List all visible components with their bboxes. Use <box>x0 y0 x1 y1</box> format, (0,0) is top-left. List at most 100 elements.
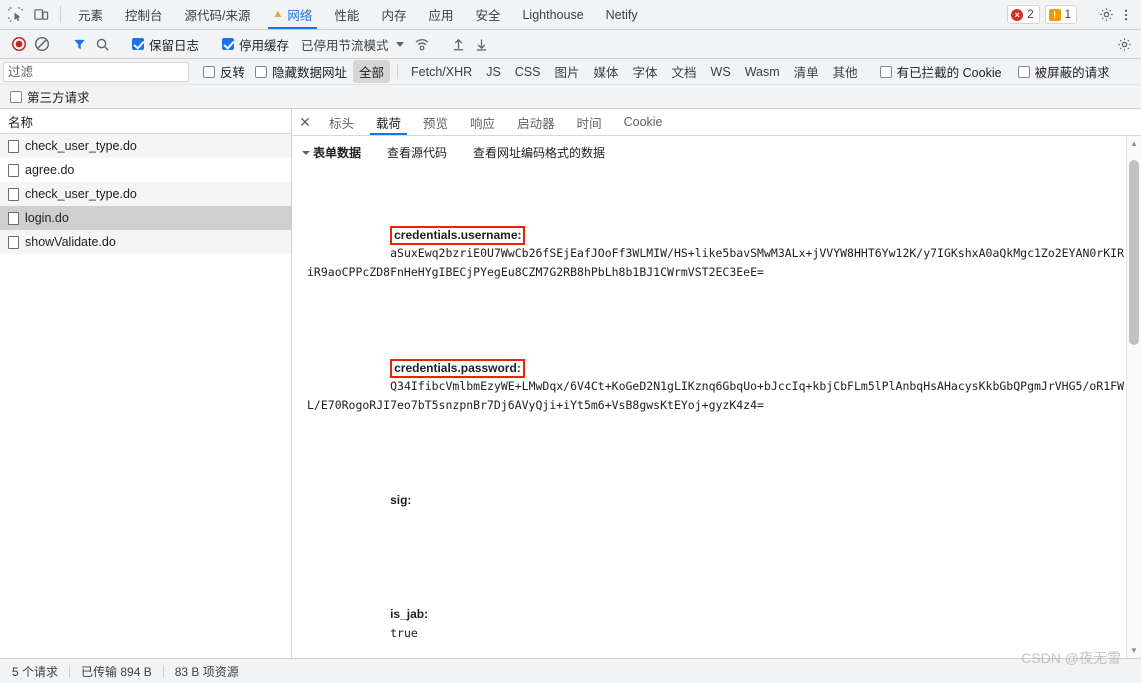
blocked-cookies-checkbox[interactable]: 有已拦截的 Cookie <box>876 62 1006 81</box>
record-stop-icon[interactable] <box>8 33 30 55</box>
tab-security[interactable]: 安全 <box>464 0 511 29</box>
field-key: credentials.password: <box>390 359 525 378</box>
field-key: is_jab: <box>390 607 429 621</box>
form-field-sig: sig: <box>307 472 1127 548</box>
filter-type-doc[interactable]: 文档 <box>666 60 703 83</box>
invert-checkbox[interactable]: 反转 <box>199 62 249 81</box>
table-row[interactable]: check_user_type.do <box>0 182 291 206</box>
form-data-title: 表单数据 <box>313 146 362 160</box>
network-settings-gear-icon[interactable] <box>1113 33 1135 55</box>
blocked-requests-checkbox[interactable]: 被屏蔽的请求 <box>1014 62 1114 81</box>
inspect-element-icon[interactable] <box>6 6 24 24</box>
invert-label: 反转 <box>220 66 246 80</box>
tab-performance[interactable]: 性能 <box>323 0 370 29</box>
filter-type-css[interactable]: CSS <box>509 63 547 81</box>
filter-type-fetch-xhr[interactable]: Fetch/XHR <box>405 63 478 81</box>
view-source-link[interactable]: 查看源代码 <box>387 144 447 161</box>
export-har-icon[interactable] <box>471 33 493 55</box>
tabbar-divider <box>60 6 61 23</box>
request-detail-panel: ✕ 标头 载荷 预览 响应 启动器 时间 Cookie 表单数据 查看源代码 查… <box>292 109 1141 658</box>
third-party-checkbox[interactable]: 第三方请求 <box>10 87 94 106</box>
tab-cookies[interactable]: Cookie <box>613 109 674 135</box>
tab-preview[interactable]: 预览 <box>412 109 459 135</box>
detail-tabs: ✕ 标头 载荷 预览 响应 启动器 时间 Cookie <box>292 109 1141 136</box>
checkbox-box <box>879 65 892 78</box>
detail-scrollbar[interactable]: ▲ ▼ <box>1126 136 1141 658</box>
tab-memory[interactable]: 内存 <box>370 0 417 29</box>
error-count-badge[interactable]: × 2 <box>1007 5 1040 24</box>
warning-triangle-icon: ▲ <box>272 8 284 20</box>
disable-cache-label: 停用缓存 <box>239 38 290 53</box>
funnel-filter-icon[interactable] <box>68 33 90 55</box>
search-magnifier-icon[interactable] <box>91 33 113 55</box>
filter-type-all[interactable]: 全部 <box>353 60 391 83</box>
field-value[interactable]: true <box>390 626 418 640</box>
filter-type-manifest[interactable]: 清单 <box>788 60 825 83</box>
tab-response[interactable]: 响应 <box>459 109 506 135</box>
checkbox-box <box>132 38 144 50</box>
filter-type-wasm[interactable]: Wasm <box>739 63 786 81</box>
hide-data-urls-label: 隐藏数据网址 <box>272 66 348 80</box>
preserve-log-checkbox[interactable]: 保留日志 <box>128 35 203 54</box>
tab-application[interactable]: 应用 <box>417 0 464 29</box>
hide-data-urls-checkbox[interactable]: 隐藏数据网址 <box>251 62 351 81</box>
filter-input[interactable] <box>3 61 189 82</box>
field-value[interactable]: Q34IfibcVmlbmEzyWE+LMwDqx/6V4Ct+KoGeD2N1… <box>307 379 1124 412</box>
document-icon <box>8 139 19 153</box>
tab-lighthouse[interactable]: Lighthouse <box>511 0 594 29</box>
tab-headers[interactable]: 标头 <box>318 109 365 135</box>
filter-type-other[interactable]: 其他 <box>827 60 864 83</box>
import-har-icon[interactable] <box>448 33 470 55</box>
view-urlencoded-link[interactable]: 查看网址编码格式的数据 <box>473 144 605 161</box>
filter-type-img[interactable]: 图片 <box>548 60 585 83</box>
chevron-down-icon[interactable] <box>395 41 404 47</box>
table-row[interactable]: check_user_type.do <box>0 134 291 158</box>
tab-sources[interactable]: 源代码/来源 <box>174 0 262 29</box>
network-conditions-icon[interactable] <box>411 33 433 55</box>
request-count: 5 个请求 <box>12 664 59 679</box>
document-icon <box>8 235 19 249</box>
request-name: login.do <box>25 211 69 225</box>
tab-label: 网络 <box>287 9 313 23</box>
tab-netify[interactable]: Netify <box>595 0 649 29</box>
tab-timing[interactable]: 时间 <box>566 109 613 135</box>
scroll-up-arrow-icon[interactable]: ▲ <box>1127 136 1141 151</box>
warning-icon: ! <box>1048 8 1061 21</box>
status-divider <box>69 664 71 678</box>
clear-prohibited-icon[interactable] <box>31 33 53 55</box>
scroll-down-arrow-icon[interactable]: ▼ <box>1127 643 1141 658</box>
table-row[interactable]: agree.do <box>0 158 291 182</box>
tab-initiator[interactable]: 启动器 <box>506 109 566 135</box>
kebab-menu-icon[interactable] <box>1117 6 1135 24</box>
warning-count-badge[interactable]: ! 1 <box>1044 5 1077 24</box>
request-name: agree.do <box>25 163 75 177</box>
filter-type-media[interactable]: 媒体 <box>588 60 625 83</box>
throttling-label[interactable]: 已停用节流模式 <box>301 35 389 54</box>
filter-type-font[interactable]: 字体 <box>627 60 664 83</box>
tab-label: 应用 <box>428 9 454 23</box>
form-data-fields: credentials.username: aSuxEwq2bzriE0U7Ww… <box>292 168 1141 658</box>
request-name: showValidate.do <box>25 235 116 249</box>
disable-cache-checkbox[interactable]: 停用缓存 <box>218 35 293 54</box>
gear-icon[interactable] <box>1097 6 1115 24</box>
triangle-collapse-icon[interactable] <box>302 150 310 155</box>
field-value[interactable]: aSuxEwq2bzriE0U7WwCb26fSEjEafJOoFf3WLMIW… <box>307 246 1124 279</box>
checkbox-box <box>10 90 22 103</box>
table-row-selected[interactable]: login.do <box>0 206 291 230</box>
tab-label: Lighthouse <box>522 7 584 22</box>
status-bar: 5 个请求 已传输 894 B 83 B 项资源 <box>0 658 1141 683</box>
filter-type-ws[interactable]: WS <box>705 63 737 81</box>
payload-content: 表单数据 查看源代码 查看网址编码格式的数据 credentials.usern… <box>292 136 1141 658</box>
tab-elements[interactable]: 元素 <box>67 0 114 29</box>
tab-label: Netify <box>605 7 638 22</box>
tab-network[interactable]: ▲ 网络 <box>262 0 324 29</box>
filter-type-js[interactable]: JS <box>480 63 507 81</box>
tab-payload[interactable]: 载荷 <box>365 109 412 135</box>
document-icon <box>8 187 19 201</box>
tab-console[interactable]: 控制台 <box>114 0 174 29</box>
document-icon <box>8 163 19 177</box>
device-toolbar-icon[interactable] <box>32 6 50 24</box>
table-row[interactable]: showValidate.do <box>0 230 291 254</box>
close-icon[interactable]: ✕ <box>292 109 318 135</box>
scrollbar-thumb[interactable] <box>1129 160 1139 345</box>
